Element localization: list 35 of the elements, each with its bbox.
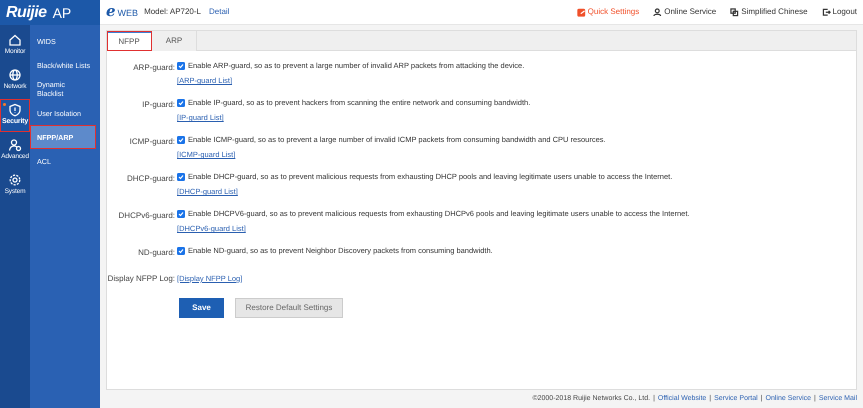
shield-icon [8, 102, 22, 117]
home-icon [8, 33, 22, 47]
alert-dot [3, 102, 6, 106]
field-label: ICMP-guard: [128, 136, 176, 148]
logout-link[interactable]: Logout [822, 6, 857, 18]
tab[interactable]: ARP [152, 31, 197, 51]
save-button[interactable]: Save [179, 298, 224, 318]
globe-icon [8, 68, 22, 82]
field-label: DHCPv6-guard: [118, 210, 176, 222]
language-link[interactable]: Simplified Chinese [730, 6, 808, 18]
detail-link[interactable]: Detail [209, 6, 230, 18]
checkbox[interactable] [177, 136, 185, 144]
model-label: Model: AP720-L [144, 6, 201, 18]
service-link[interactable]: Online Service [653, 6, 716, 18]
field-label: Display NFPP Log: [107, 273, 176, 285]
field-label: ARP-guard: [132, 62, 176, 74]
logout-icon [822, 8, 831, 16]
tab[interactable]: NFPP [107, 31, 152, 51]
translate-icon [730, 8, 740, 16]
field-label: DHCP-guard: [126, 173, 176, 185]
eweb-logo: e WEB [106, 4, 138, 20]
brand-logo: Ruijie [6, 4, 47, 20]
checkbox[interactable] [177, 172, 185, 181]
checkbox[interactable] [177, 62, 185, 70]
field-label: IP-guard: [141, 99, 176, 111]
field-label: ND-guard: [137, 247, 176, 259]
product-name: AP [52, 6, 72, 20]
checkbox[interactable] [177, 246, 185, 255]
checkbox[interactable] [177, 98, 185, 107]
user-icon [653, 8, 662, 16]
gear-icon [8, 173, 22, 188]
quick-settings-link[interactable]: Quick Settings [576, 6, 640, 18]
checkbox[interactable] [177, 210, 185, 218]
user-gear-icon [8, 138, 22, 152]
restore-defaults-button[interactable]: Restore Default Settings [235, 298, 343, 318]
